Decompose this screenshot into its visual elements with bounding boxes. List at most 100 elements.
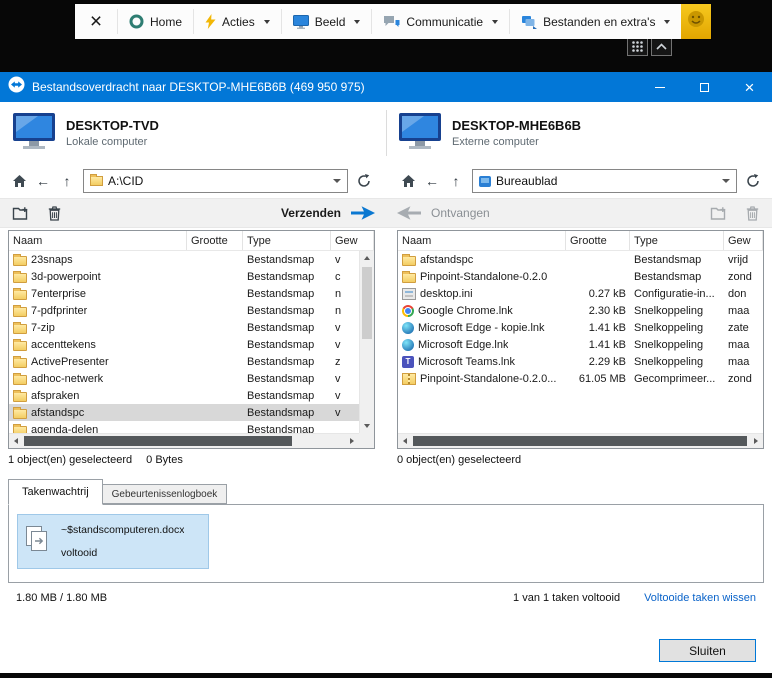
- file-cell-mod: don: [728, 287, 747, 300]
- vertical-scrollbar[interactable]: [359, 251, 374, 433]
- up-icon[interactable]: ↑: [445, 170, 467, 192]
- feedback-smiley-button[interactable]: [681, 4, 712, 39]
- scroll-right-icon[interactable]: [754, 438, 758, 444]
- file-cell-type: Snelkoppeling: [634, 304, 704, 317]
- delete-icon[interactable]: [740, 201, 764, 225]
- toolbar-item-communicatie[interactable]: Communicatie: [372, 4, 509, 39]
- file-row[interactable]: afstandspc Bestandsmap v: [9, 404, 359, 421]
- edge-icon: [402, 321, 414, 334]
- remote-path-combobox[interactable]: Bureaublad: [472, 169, 737, 193]
- file-cell-name: 7-pdfprinter: [9, 304, 187, 317]
- grid-icon[interactable]: [627, 37, 648, 56]
- remote-control-toolbar: × Home Acties Beeld Communicatie Bestand…: [75, 4, 712, 39]
- scroll-left-icon[interactable]: [403, 438, 407, 444]
- file-cell-mod: v: [335, 253, 341, 266]
- local-file-list-body: 23snaps Bestandsmap v 3d-powerpoint Bestands…: [9, 251, 359, 433]
- file-row[interactable]: Microsoft Edge.lnk 1.41 kB Snelkoppeling ma…: [398, 336, 763, 353]
- file-row[interactable]: Google Chrome.lnk 2.30 kB Snelkoppeling maa: [398, 302, 763, 319]
- tab-takenwachtrij[interactable]: Takenwachtrij: [8, 479, 103, 505]
- file-name: 7-pdfprinter: [31, 304, 88, 317]
- column-headers: Naam Grootte Type Gew: [398, 231, 763, 251]
- file-cell-name: ActivePresenter: [9, 355, 187, 368]
- file-row[interactable]: Microsoft Edge - kopie.lnk 1.41 kB Snelkop…: [398, 319, 763, 336]
- toolbar-item-label: Bestanden en extra's: [543, 14, 656, 29]
- file-row[interactable]: afspraken Bestandsmap v: [9, 387, 359, 404]
- horizontal-scrollbar[interactable]: [398, 433, 763, 448]
- home-icon[interactable]: [397, 170, 419, 192]
- refresh-icon[interactable]: [353, 170, 375, 192]
- task-item[interactable]: ~$standscomputeren.docx voltooid: [17, 514, 209, 569]
- column-header-naam[interactable]: Naam: [9, 231, 187, 250]
- file-row[interactable]: Pinpoint-Standalone-0.2.0... 61.05 MB Geco…: [398, 370, 763, 387]
- file-row[interactable]: accenttekens Bestandsmap v: [9, 336, 359, 353]
- back-icon[interactable]: ←: [32, 170, 54, 192]
- file-cell-mod: v: [335, 406, 341, 419]
- column-header-type[interactable]: Type: [243, 231, 331, 250]
- column-header-gewijzigd[interactable]: Gew: [724, 231, 763, 250]
- file-row[interactable]: 7enterprise Bestandsmap n: [9, 285, 359, 302]
- collapse-toolbar-icon[interactable]: [651, 37, 672, 56]
- home-icon[interactable]: [8, 170, 30, 192]
- scrollbar-thumb[interactable]: [24, 436, 292, 446]
- titlebar[interactable]: Bestandsoverdracht naar DESKTOP-MHE6B6B …: [0, 72, 772, 102]
- file-cell-name: Pinpoint-Standalone-0.2.0...: [398, 372, 566, 385]
- archive-icon: [402, 372, 416, 385]
- minimize-button[interactable]: [637, 72, 682, 102]
- scroll-right-icon[interactable]: [350, 438, 354, 444]
- file-name: afstandspc: [31, 406, 85, 419]
- new-folder-icon[interactable]: [706, 201, 730, 225]
- scrollbar-thumb[interactable]: [362, 267, 372, 339]
- new-folder-icon[interactable]: [8, 201, 32, 225]
- file-row[interactable]: Pinpoint-Standalone-0.2.0 Bestandsmap zond: [398, 268, 763, 285]
- file-cell-name: Microsoft Edge - kopie.lnk: [398, 321, 566, 334]
- scroll-up-icon[interactable]: [364, 256, 370, 260]
- monitor-icon: [12, 112, 56, 155]
- clear-finished-tasks-link[interactable]: Voltooide taken wissen: [644, 592, 756, 604]
- up-icon[interactable]: ↑: [56, 170, 78, 192]
- chat-icon: [383, 15, 400, 29]
- remote-actions: Ontvangen: [397, 199, 764, 227]
- file-transfer-window: Bestandsoverdracht naar DESKTOP-MHE6B6B …: [0, 72, 772, 673]
- delete-icon[interactable]: [42, 201, 66, 225]
- file-row[interactable]: desktop.ini 0.27 kB Configuratie-in... don: [398, 285, 763, 302]
- file-row[interactable]: agenda-delen Bestandsmap: [9, 421, 359, 433]
- local-path-combobox[interactable]: A:\CID: [83, 169, 348, 193]
- scrollbar-thumb[interactable]: [413, 436, 747, 446]
- column-header-gewijzigd[interactable]: Gew: [331, 231, 374, 250]
- file-row[interactable]: Microsoft Teams.lnk 2.29 kB Snelkoppeling m…: [398, 353, 763, 370]
- toolbar-item-bestanden-en-extras[interactable]: Bestanden en extra's: [510, 4, 681, 39]
- file-row[interactable]: 3d-powerpoint Bestandsmap c: [9, 268, 359, 285]
- back-icon[interactable]: ←: [421, 170, 443, 192]
- file-row[interactable]: 7-zip Bestandsmap v: [9, 319, 359, 336]
- column-header-grootte[interactable]: Grootte: [187, 231, 243, 250]
- toolbar-item-home[interactable]: Home: [118, 4, 193, 39]
- file-name: Microsoft Teams.lnk: [418, 355, 515, 368]
- send-button[interactable]: [351, 201, 375, 225]
- scroll-down-icon[interactable]: [364, 424, 370, 428]
- toolbar-item-beeld[interactable]: Beeld: [282, 4, 372, 39]
- maximize-button[interactable]: [682, 72, 727, 102]
- local-computer-name: DESKTOP-TVD: [66, 118, 159, 133]
- toolbar-item-acties[interactable]: Acties: [194, 4, 281, 39]
- computers-header: DESKTOP-TVD Lokale computer DESKTOP-MHE6…: [0, 102, 772, 164]
- file-cell-size: 1.41 kB: [588, 321, 626, 334]
- receive-button[interactable]: [397, 201, 421, 225]
- refresh-icon[interactable]: [742, 170, 764, 192]
- sluiten-button[interactable]: Sluiten: [659, 639, 756, 662]
- file-row[interactable]: adhoc-netwerk Bestandsmap v: [9, 370, 359, 387]
- copy-files-icon: [24, 525, 54, 558]
- close-session-button[interactable]: ×: [75, 4, 117, 39]
- file-cell-type: Bestandsmap: [247, 270, 315, 283]
- scroll-left-icon[interactable]: [14, 438, 18, 444]
- file-row[interactable]: 7-pdfprinter Bestandsmap n: [9, 302, 359, 319]
- tab-gebeurtenissenlogboek[interactable]: Gebeurtenissenlogboek: [102, 484, 228, 504]
- close-button[interactable]: ×: [727, 72, 772, 102]
- file-cell-type: Bestandsmap: [247, 389, 315, 402]
- file-row[interactable]: 23snaps Bestandsmap v: [9, 251, 359, 268]
- file-row[interactable]: afstandspc Bestandsmap vrijd: [398, 251, 763, 268]
- column-header-grootte[interactable]: Grootte: [566, 231, 630, 250]
- horizontal-scrollbar[interactable]: [9, 433, 359, 448]
- file-row[interactable]: ActivePresenter Bestandsmap z: [9, 353, 359, 370]
- column-header-type[interactable]: Type: [630, 231, 724, 250]
- column-header-naam[interactable]: Naam: [398, 231, 566, 250]
